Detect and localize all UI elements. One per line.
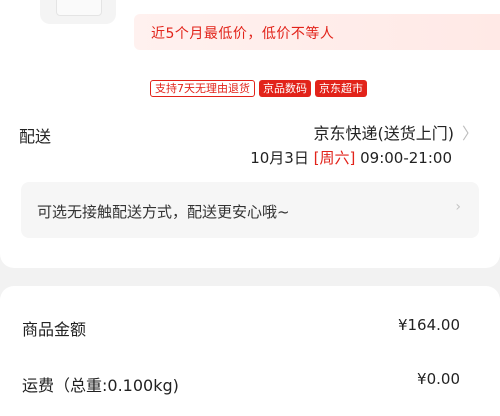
delivery-time-range: 09:00-21:00 xyxy=(360,149,452,167)
price-banner: 近5个月最低价，低价不等人 xyxy=(134,14,500,50)
delivery-weekday: [周六] xyxy=(313,149,356,167)
tag-return-policy: 支持7天无理由退货 xyxy=(150,80,255,97)
product-delivery-card: 近5个月最低价，低价不等人 支持7天无理由退货 京品数码 京东超市 配送 京东快… xyxy=(0,0,500,268)
price-note: 近5个月最低价，低价不等人 xyxy=(151,26,335,42)
delivery-label: 配送 xyxy=(19,127,52,146)
chevron-right-icon[interactable]: 〉 xyxy=(462,120,478,144)
contactless-delivery-text: 可选无接触配送方式，配送更安心哦~ xyxy=(37,203,290,221)
product-thumbnail[interactable] xyxy=(40,0,116,24)
delivery-method[interactable]: 京东快递(送货上门) xyxy=(314,120,455,144)
chevron-right-icon: › xyxy=(455,199,461,215)
service-tags: 支持7天无理由退货 京品数码 京东超市 xyxy=(150,80,367,97)
goods-amount-value: ¥164.00 xyxy=(397,316,460,334)
tag-jd-digital: 京品数码 xyxy=(259,80,311,97)
contactless-delivery-option[interactable]: 可选无接触配送方式，配送更安心哦~ › xyxy=(21,182,479,238)
delivery-time[interactable]: 10月3日 [周六] 09:00-21:00 xyxy=(250,147,452,168)
goods-amount-label: 商品金额 xyxy=(22,320,87,339)
shipping-fee-value: ¥0.00 xyxy=(417,370,460,388)
product-image xyxy=(56,0,102,16)
delivery-date: 10月3日 xyxy=(250,149,309,167)
shipping-fee-label: 运费（总重:0.100kg) xyxy=(22,376,179,395)
tag-jd-supermarket: 京东超市 xyxy=(315,80,367,97)
order-summary-card: 商品金额 ¥164.00 运费（总重:0.100kg) ¥0.00 xyxy=(0,286,500,416)
